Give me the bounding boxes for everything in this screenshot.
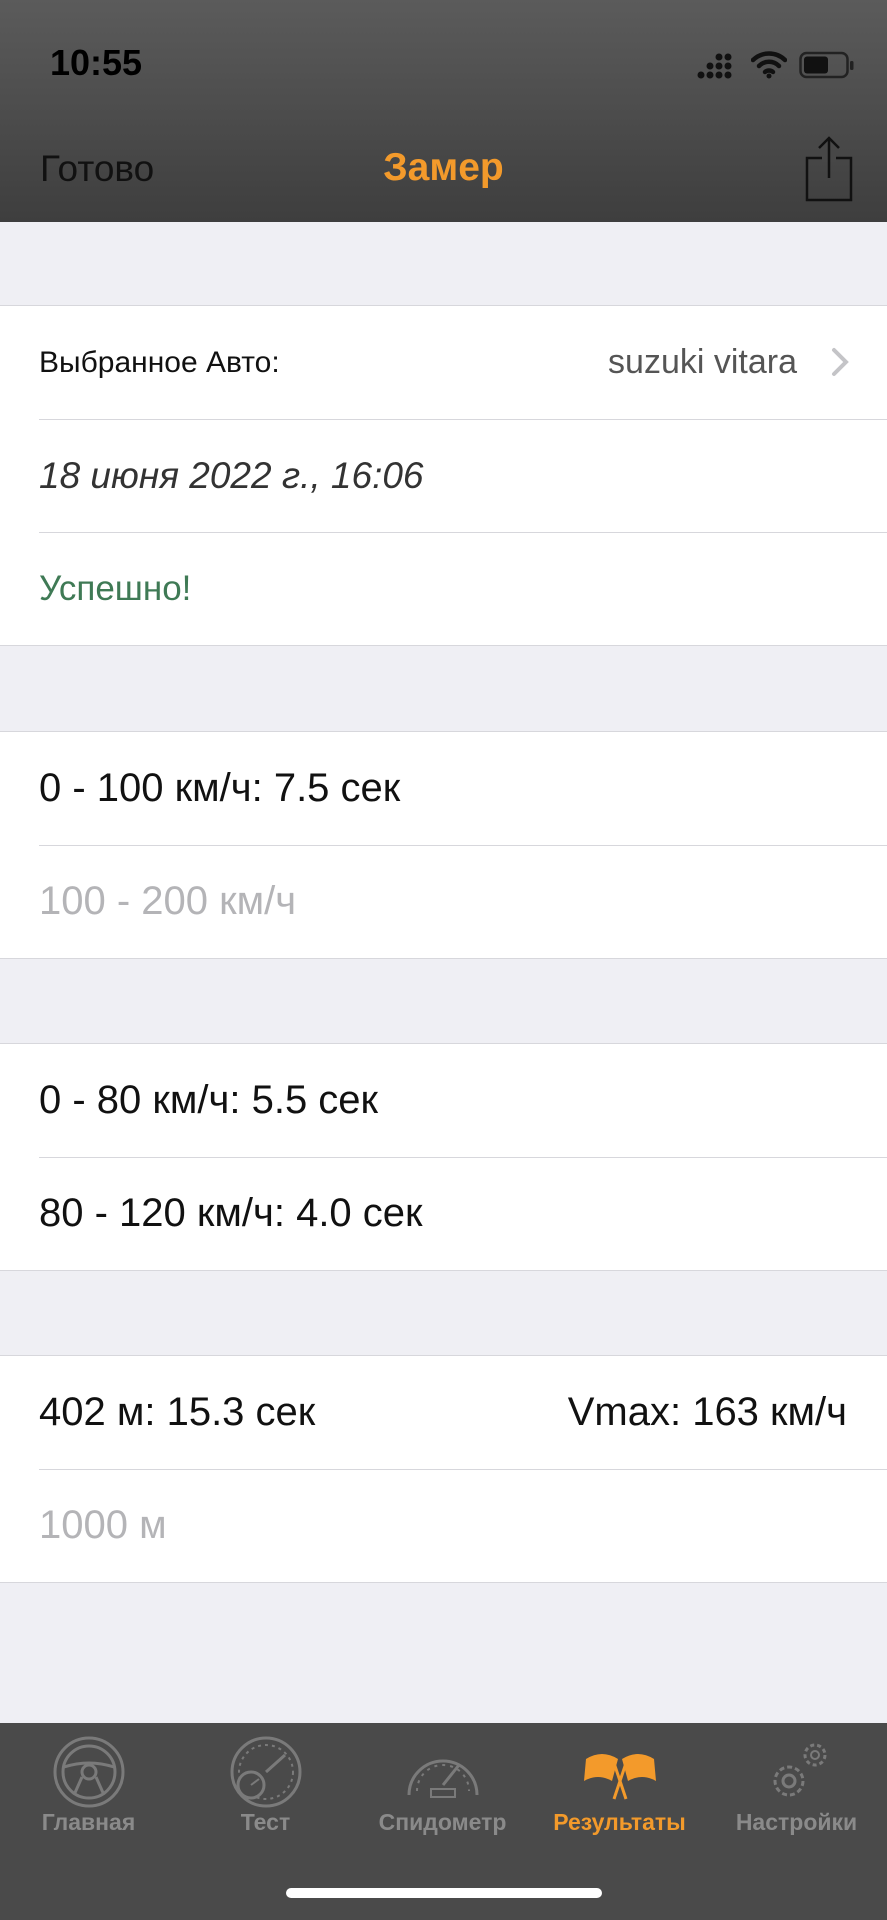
list-item: 80 - 120 км/ч: 4.0 сек: [0, 1157, 887, 1270]
battery-icon: [799, 51, 854, 79]
cellular-signal-icon: [697, 53, 732, 79]
speedometer-icon: [407, 1759, 478, 1798]
selected-car-label: Выбранное Авто:: [39, 346, 280, 379]
result-0-80: 0 - 80 км/ч: 5.5 сек: [39, 1078, 379, 1122]
tab-label: Настройки: [735, 1809, 858, 1835]
share-button[interactable]: [805, 136, 853, 202]
result-80-120: 80 - 120 км/ч: 4.0 сек: [39, 1191, 423, 1235]
page-title: Замер: [383, 146, 504, 189]
tab-label: Главная: [41, 1809, 136, 1835]
gauges-icon: [230, 1736, 301, 1808]
tab-label: Результаты: [553, 1809, 686, 1835]
list-item: 0 - 80 км/ч: 5.5 сек: [0, 1044, 887, 1157]
wifi-icon: [751, 51, 787, 79]
selected-car-value: suzuki vitara: [608, 343, 797, 381]
chevron-right-icon: [832, 348, 849, 376]
tab-label: Спидометр: [378, 1809, 507, 1835]
date-row: 18 июня 2022 г., 16:06: [0, 419, 887, 532]
split-group: 0 - 80 км/ч: 5.5 сек 80 - 120 км/ч: 4.0 …: [0, 1043, 887, 1271]
status-icons: [697, 48, 857, 82]
list-item: 402 м: 15.3 сек Vmax: 163 км/ч: [0, 1356, 887, 1469]
tab-label: Тест: [240, 1809, 291, 1835]
list-item: 0 - 100 км/ч: 7.5 сек: [0, 732, 887, 845]
share-icon: [805, 136, 853, 202]
distance-group: 402 м: 15.3 сек Vmax: 163 км/ч 1000 м: [0, 1355, 887, 1583]
navigation-header: 10:55 Готово Замер: [0, 0, 887, 222]
result-vmax: Vmax: 163 км/ч: [567, 1390, 847, 1434]
result-100-200: 100 - 200 км/ч: [39, 879, 297, 923]
gears-icon: [773, 1743, 826, 1797]
status-row: Успешно!: [0, 532, 887, 645]
checkered-flags-icon: [583, 1754, 656, 1800]
home-indicator: [286, 1888, 602, 1898]
result-402m: 402 м: 15.3 сек: [39, 1390, 316, 1434]
steering-wheel-icon: [53, 1736, 124, 1808]
result-1000m: 1000 м: [39, 1503, 167, 1547]
selected-car-row[interactable]: Выбранное Авто: suzuki vitara: [0, 306, 887, 419]
measurement-date: 18 июня 2022 г., 16:06: [39, 455, 424, 496]
result-0-100: 0 - 100 км/ч: 7.5 сек: [39, 766, 401, 810]
status-time: 10:55: [50, 42, 143, 83]
list-item: 100 - 200 км/ч: [0, 845, 887, 958]
info-group: Выбранное Авто: suzuki vitara 18 июня 20…: [0, 305, 887, 646]
list-item: 1000 м: [0, 1469, 887, 1582]
acceleration-group: 0 - 100 км/ч: 7.5 сек 100 - 200 км/ч: [0, 731, 887, 959]
status-text: Успешно!: [39, 569, 192, 608]
